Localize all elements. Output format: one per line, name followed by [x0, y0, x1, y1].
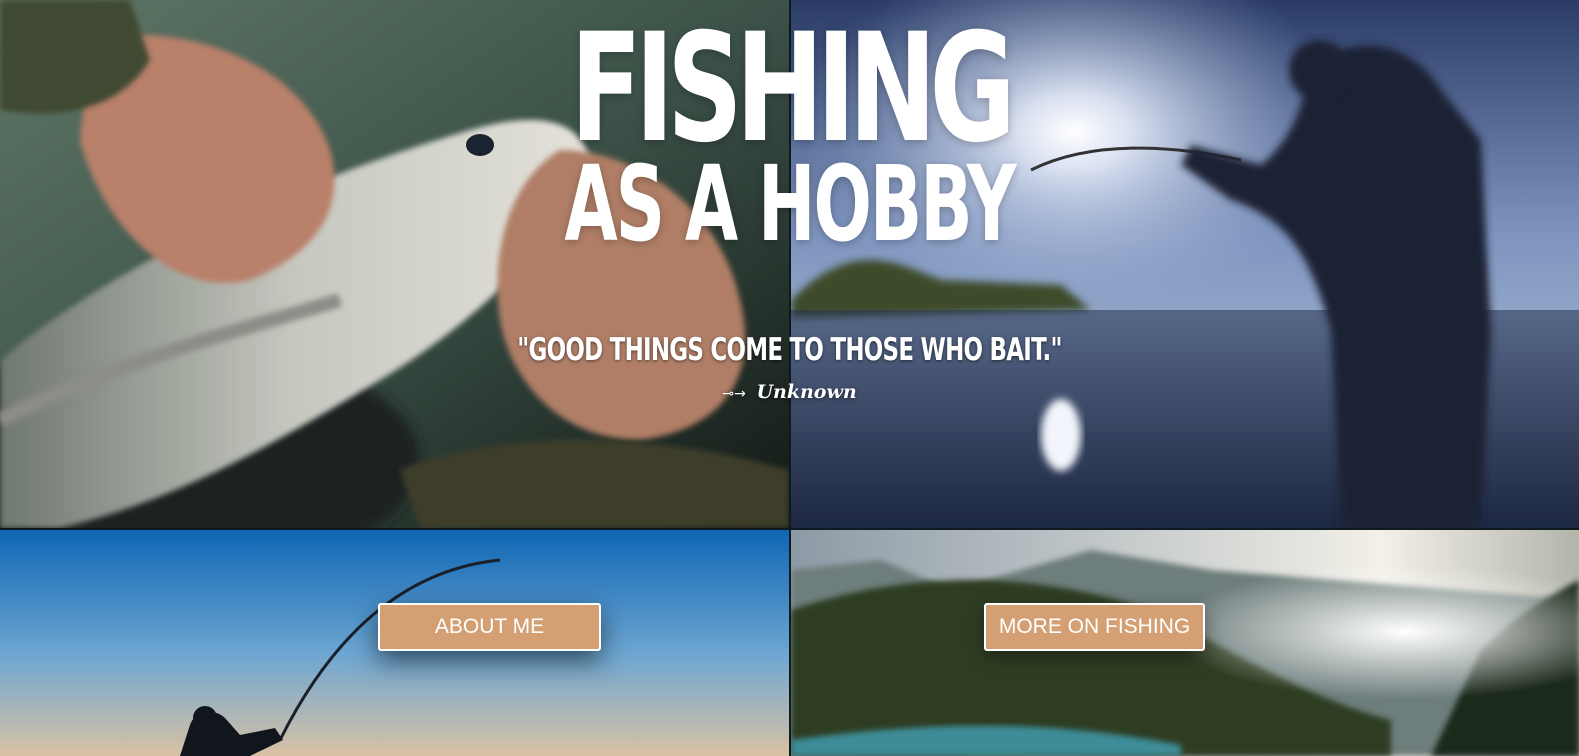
hands-holding-fish-photo	[0, 0, 789, 528]
about-me-button[interactable]: ABOUT ME	[378, 603, 601, 651]
angler-silhouette-on-lake-photo	[791, 0, 1579, 528]
more-on-fishing-button[interactable]: MORE ON FISHING	[984, 603, 1205, 651]
